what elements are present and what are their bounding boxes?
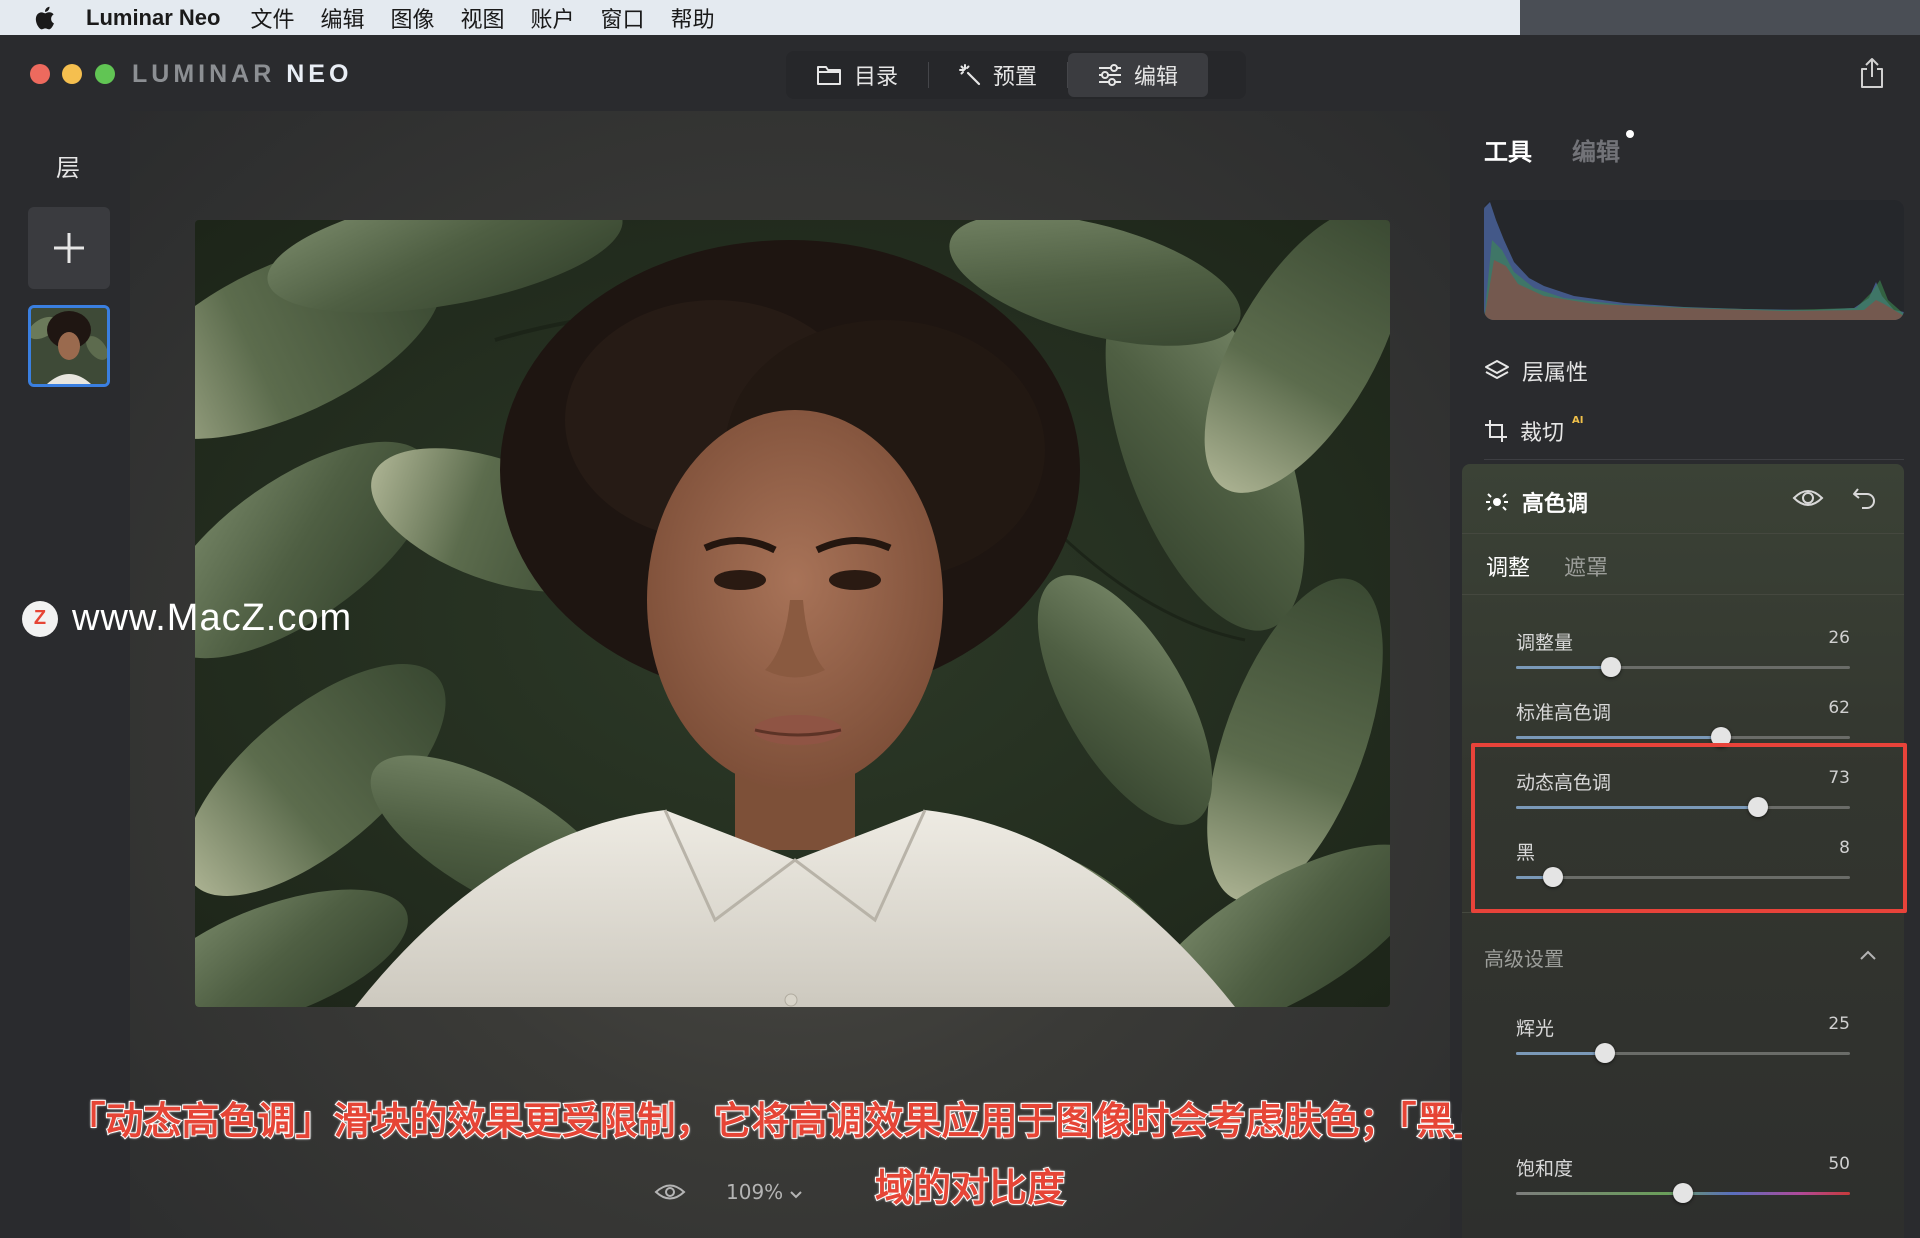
menu-edit[interactable]: 编辑 bbox=[320, 2, 364, 34]
sub-tab-divider bbox=[1462, 594, 1904, 595]
close-window-button[interactable] bbox=[30, 64, 50, 84]
add-layer-button[interactable] bbox=[28, 207, 110, 289]
tool-panel-title: 高色调 bbox=[1484, 486, 1588, 518]
tool-panel-title-label: 高色调 bbox=[1522, 492, 1589, 517]
tool-layer-properties[interactable]: 层属性 bbox=[1484, 355, 1588, 387]
tool-divider bbox=[1484, 459, 1904, 460]
menu-image[interactable]: 图像 bbox=[391, 2, 435, 34]
slider-standard-highlights[interactable]: 标准高色调 62 bbox=[1516, 698, 1850, 747]
sliders-icon bbox=[1099, 64, 1122, 86]
photo-preview[interactable] bbox=[195, 220, 1390, 1007]
title-bar: LUMINAR NEO 目录 预置 编辑 bbox=[0, 35, 1920, 111]
histogram-graph bbox=[1484, 202, 1904, 320]
slider-fill bbox=[1516, 736, 1722, 739]
tool-crop[interactable]: 裁切 AI bbox=[1484, 415, 1583, 447]
magic-wand-icon bbox=[959, 64, 981, 86]
tab-edits-label: 编辑 bbox=[1572, 138, 1620, 166]
right-panel-tabs: 工具 编辑 bbox=[1484, 130, 1634, 167]
slider-glow-value: 25 bbox=[1828, 1014, 1850, 1034]
slider-thumb[interactable] bbox=[1673, 1183, 1693, 1203]
tab-mask[interactable]: 遮罩 bbox=[1564, 550, 1608, 582]
slider-amount-value: 26 bbox=[1828, 628, 1850, 648]
slider-fill bbox=[1516, 666, 1612, 669]
slider-saturation-label: 饱和度 bbox=[1516, 1158, 1574, 1180]
slider-track[interactable] bbox=[1516, 727, 1850, 747]
portrait-thumbnail-image bbox=[31, 308, 107, 384]
tab-tools[interactable]: 工具 bbox=[1484, 132, 1532, 167]
watermark-text: www.MacZ.com bbox=[72, 597, 353, 639]
slider-track[interactable] bbox=[1516, 1043, 1850, 1063]
watermark: Z www.MacZ.com bbox=[22, 597, 352, 640]
menu-account[interactable]: 账户 bbox=[531, 2, 575, 34]
histogram bbox=[1484, 200, 1904, 320]
menu-view[interactable]: 视图 bbox=[461, 2, 505, 34]
zoom-window-button[interactable] bbox=[95, 64, 115, 84]
portrait-photo-image bbox=[195, 220, 1390, 1007]
mode-tab-bar: 目录 预置 编辑 bbox=[786, 51, 1246, 99]
tab-catalog-label: 目录 bbox=[854, 65, 899, 90]
menu-file[interactable]: 文件 bbox=[250, 2, 294, 34]
edits-indicator-dot bbox=[1626, 130, 1634, 138]
slider-fill bbox=[1516, 1052, 1605, 1055]
slider-track[interactable] bbox=[1516, 1183, 1850, 1203]
tool-sub-tabs: 调整 遮罩 bbox=[1486, 550, 1608, 582]
tab-presets-label: 预置 bbox=[993, 65, 1038, 90]
tab-presets[interactable]: 预置 bbox=[929, 53, 1067, 97]
tab-edit[interactable]: 编辑 bbox=[1068, 53, 1209, 97]
menu-help[interactable]: 帮助 bbox=[671, 2, 715, 34]
watermark-logo-letter: Z bbox=[33, 607, 47, 629]
tool-layer-properties-label: 层属性 bbox=[1522, 361, 1589, 386]
slider-track[interactable] bbox=[1516, 657, 1850, 677]
slider-standard-highlights-value: 62 bbox=[1828, 698, 1850, 718]
logo-luminar: LUMINAR bbox=[132, 60, 276, 88]
menu-app-name[interactable]: Luminar Neo bbox=[86, 5, 220, 31]
advanced-settings-header[interactable]: 高级设置 bbox=[1484, 943, 1564, 972]
layers-icon bbox=[1485, 360, 1509, 379]
logo-neo: NEO bbox=[286, 60, 353, 88]
annotation-highlight-box bbox=[1471, 743, 1907, 913]
slider-standard-highlights-label: 标准高色调 bbox=[1516, 702, 1612, 724]
plus-icon bbox=[54, 233, 84, 263]
crop-icon bbox=[1485, 420, 1507, 442]
visibility-eye-icon[interactable] bbox=[1792, 487, 1824, 509]
tool-crop-label: 裁切 bbox=[1520, 421, 1565, 446]
menu-bar: Luminar Neo 文件 编辑 图像 视图 账户 窗口 帮助 bbox=[0, 0, 1520, 35]
slider-fill bbox=[1516, 1192, 1683, 1195]
slider-glow-label: 辉光 bbox=[1516, 1018, 1555, 1040]
app-logo: LUMINAR NEO bbox=[132, 60, 352, 89]
apple-icon[interactable] bbox=[32, 4, 60, 32]
slider-amount[interactable]: 调整量 26 bbox=[1516, 628, 1850, 677]
minimize-window-button[interactable] bbox=[62, 64, 82, 84]
tab-catalog[interactable]: 目录 bbox=[786, 53, 928, 97]
menu-window[interactable]: 窗口 bbox=[601, 2, 645, 34]
sun-burst-icon bbox=[1486, 493, 1508, 511]
macz-logo-icon: Z bbox=[22, 600, 58, 637]
slider-thumb[interactable] bbox=[1594, 1043, 1615, 1063]
desktop-background bbox=[1520, 0, 1920, 35]
slider-saturation[interactable]: 饱和度 50 bbox=[1516, 1154, 1850, 1203]
slider-thumb[interactable] bbox=[1601, 657, 1622, 677]
chevron-up-icon[interactable] bbox=[1860, 950, 1876, 960]
ai-badge: AI bbox=[1572, 415, 1584, 426]
folder-icon bbox=[817, 66, 841, 85]
tab-edits[interactable]: 编辑 bbox=[1572, 130, 1634, 167]
tab-edit-label: 编辑 bbox=[1134, 65, 1179, 90]
layer-thumbnail[interactable] bbox=[28, 305, 110, 387]
slider-saturation-value: 50 bbox=[1828, 1154, 1850, 1174]
tool-panel-header[interactable]: 高色调 bbox=[1462, 464, 1904, 534]
tab-adjust[interactable]: 调整 bbox=[1486, 550, 1530, 582]
reset-undo-icon[interactable] bbox=[1852, 485, 1878, 509]
slider-glow[interactable]: 辉光 25 bbox=[1516, 1014, 1850, 1063]
share-icon[interactable] bbox=[1858, 57, 1886, 89]
layers-title: 层 bbox=[56, 154, 80, 182]
slider-amount-label: 调整量 bbox=[1516, 632, 1574, 654]
